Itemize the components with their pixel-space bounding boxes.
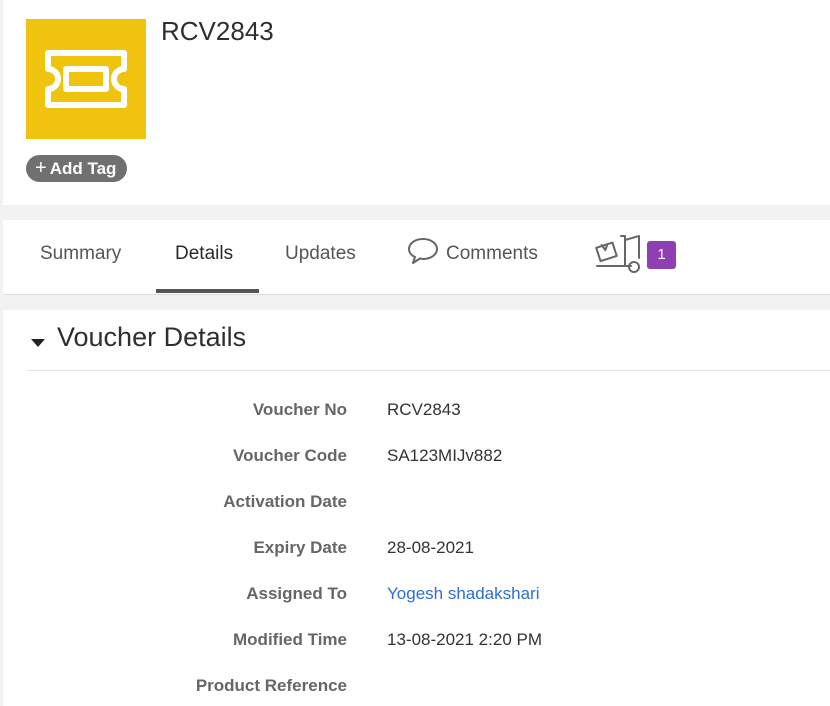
shipments-count-badge: 1 <box>647 241 676 269</box>
field-value: 28-08-2021 <box>387 538 474 557</box>
field-row-voucher-no: Voucher No RCV2843 <box>3 400 830 430</box>
field-label: Activation Date <box>223 492 347 511</box>
field-row-activation-date: Activation Date <box>3 492 830 522</box>
field-row-assigned-to: Assigned To Yogesh shadakshari <box>3 584 830 614</box>
field-label: Voucher Code <box>233 446 347 465</box>
field-row-modified-time: Modified Time 13-08-2021 2:20 PM <box>3 630 830 660</box>
field-label: Expiry Date <box>253 538 347 557</box>
section-header[interactable]: Voucher Details <box>27 322 830 371</box>
assigned-user-link[interactable]: Yogesh shadakshari <box>387 584 540 604</box>
tab-updates[interactable]: Updates <box>285 220 356 294</box>
tab-bar: Summary Details Updates Comments 1 <box>3 220 830 295</box>
record-thumbnail <box>26 19 146 139</box>
field-label: Product Reference <box>195 676 347 695</box>
ticket-icon <box>45 50 127 108</box>
record-title: RCV2843 <box>161 16 274 46</box>
speech-bubble-icon <box>408 238 438 264</box>
tab-summary[interactable]: Summary <box>40 220 121 294</box>
add-tag-button[interactable]: + Add Tag <box>26 155 128 182</box>
field-row-expiry-date: Expiry Date 28-08-2021 <box>3 538 830 568</box>
field-value: 13-08-2021 2:20 PM <box>387 630 542 649</box>
tab-shipments[interactable]: 1 <box>593 220 688 294</box>
add-tag-label: Add Tag <box>49 159 117 178</box>
field-value: RCV2843 <box>387 400 461 419</box>
plus-icon: + <box>35 157 47 179</box>
hand-truck-icon <box>595 235 640 273</box>
tab-comments[interactable]: Comments <box>407 220 538 294</box>
section-title: Voucher Details <box>57 322 247 352</box>
caret-down-icon[interactable] <box>31 339 45 347</box>
tab-comments-label: Comments <box>446 243 538 264</box>
field-row-voucher-code: Voucher Code SA123MIJv882 <box>3 446 830 476</box>
tab-details[interactable]: Details <box>175 220 233 294</box>
record-header: RCV2843 + Add Tag <box>3 0 830 205</box>
field-label: Modified Time <box>233 630 347 649</box>
details-panel: Voucher Details Voucher No RCV2843 Vouch… <box>3 310 830 706</box>
active-tab-indicator <box>156 289 259 293</box>
field-label: Voucher No <box>252 400 347 419</box>
field-label: Assigned To <box>246 584 347 603</box>
field-value: SA123MIJv882 <box>387 446 503 465</box>
field-row-product-reference: Product Reference <box>3 676 830 706</box>
